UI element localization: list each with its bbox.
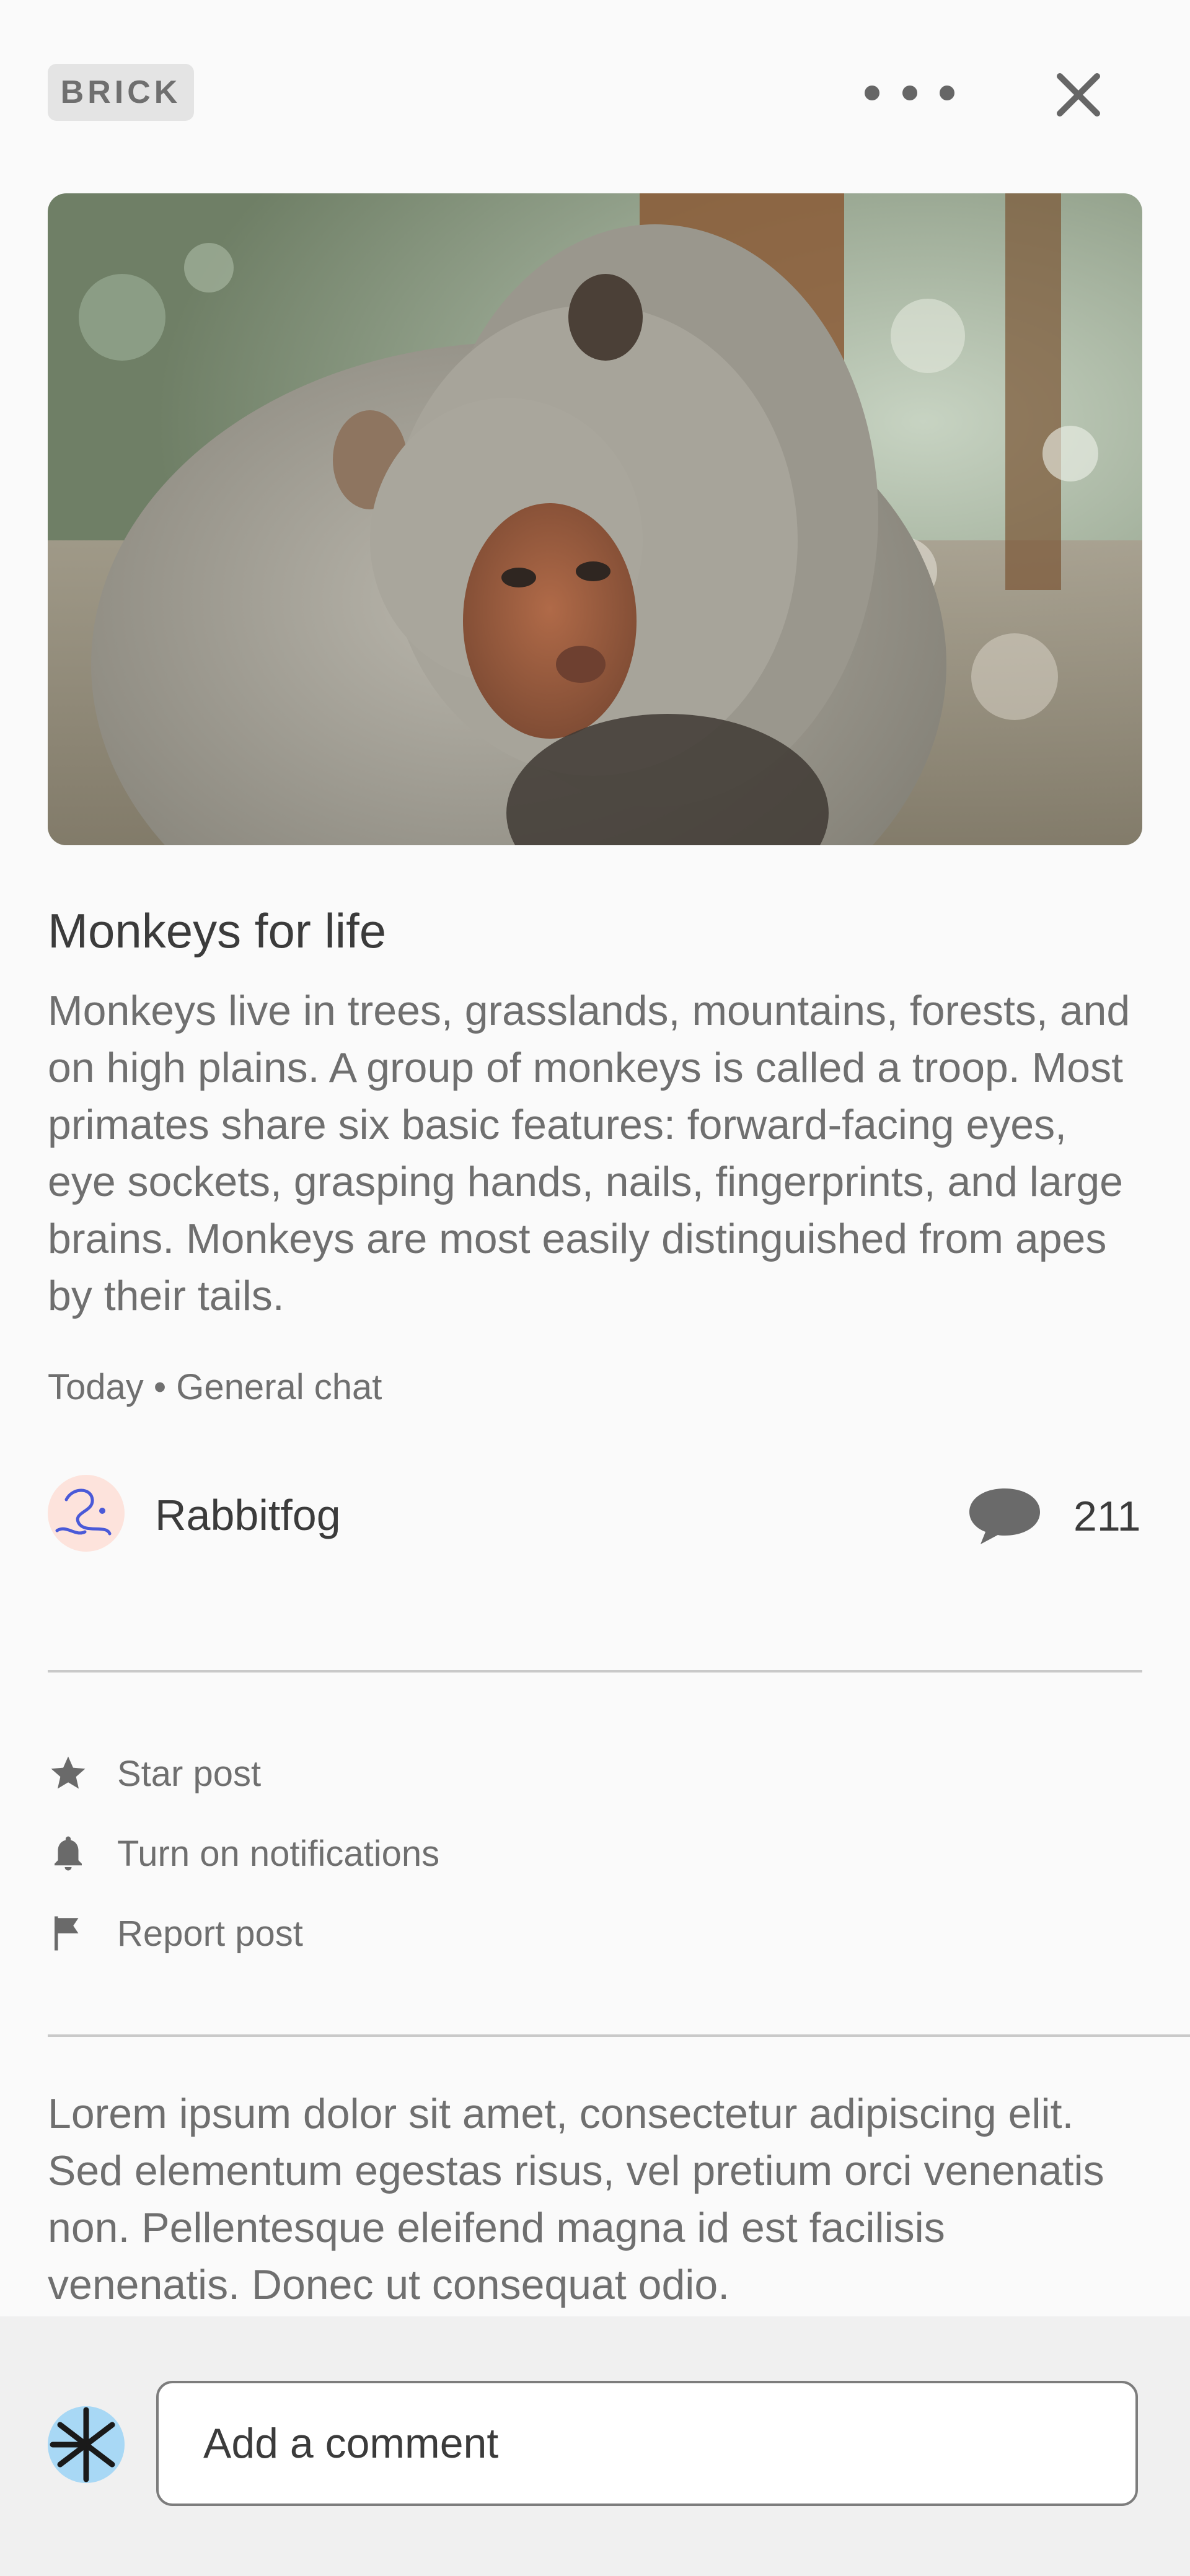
author-avatar[interactable] [48, 1475, 125, 1552]
comment-count: 211 [1073, 1493, 1141, 1540]
divider [48, 1670, 1142, 1673]
bell-icon [48, 1833, 89, 1874]
divider [48, 2034, 1190, 2037]
close-icon[interactable] [1054, 70, 1103, 120]
more-dot [865, 86, 879, 100]
flag-icon [48, 1913, 89, 1954]
post-title: Monkeys for life [48, 903, 387, 958]
post-meta: Today • General chat [48, 1367, 382, 1407]
star-icon [48, 1753, 89, 1794]
comment-input[interactable] [156, 2381, 1138, 2506]
notifications-label: Turn on notifications [117, 1833, 440, 1874]
comment-icon[interactable] [967, 1486, 1042, 1547]
report-post-action[interactable]: Report post [48, 1906, 303, 1961]
brand-badge: BRICK [48, 64, 194, 121]
comment-preview: Lorem ipsum dolor sit amet, consectetur … [48, 2090, 1104, 2308]
more-options-button[interactable] [865, 71, 954, 115]
more-dot [902, 86, 917, 100]
user-avatar[interactable] [48, 2406, 125, 2483]
report-post-label: Report post [117, 1913, 303, 1954]
star-post-action[interactable]: Star post [48, 1746, 261, 1801]
more-dot [940, 86, 954, 100]
notifications-action[interactable]: Turn on notifications [48, 1826, 439, 1881]
user-avatar-art [50, 2407, 115, 2482]
star-post-label: Star post [117, 1753, 262, 1794]
post-body: Monkeys live in trees, grasslands, mount… [48, 987, 1130, 1319]
author-avatar-art [55, 1488, 112, 1536]
hero-image [48, 193, 1142, 845]
author-name[interactable]: Rabbitfog [155, 1490, 341, 1540]
